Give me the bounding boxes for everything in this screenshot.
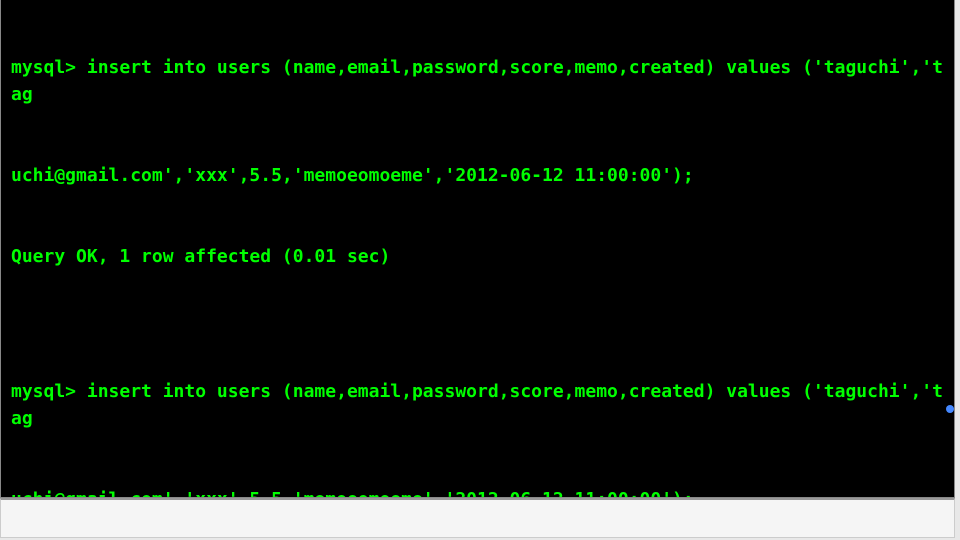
window-bottom-frame	[0, 498, 955, 538]
terminal-line-queryok: Query OK, 1 row affected (0.01 sec)	[11, 243, 944, 270]
terminal-line-insert2a: mysql> insert into users (name,email,pas…	[11, 378, 944, 432]
terminal-line-insert1a: mysql> insert into users (name,email,pas…	[11, 54, 944, 108]
scrollbar-thumb[interactable]	[946, 405, 954, 413]
terminal-line-insert2b: uchi@gmail.com','xxx',5.5,'memoeomoeme',…	[11, 486, 944, 498]
mysql-terminal[interactable]: mysql> insert into users (name,email,pas…	[0, 0, 955, 498]
terminal-line-insert1b: uchi@gmail.com','xxx',5.5,'memoeomoeme',…	[11, 162, 944, 189]
